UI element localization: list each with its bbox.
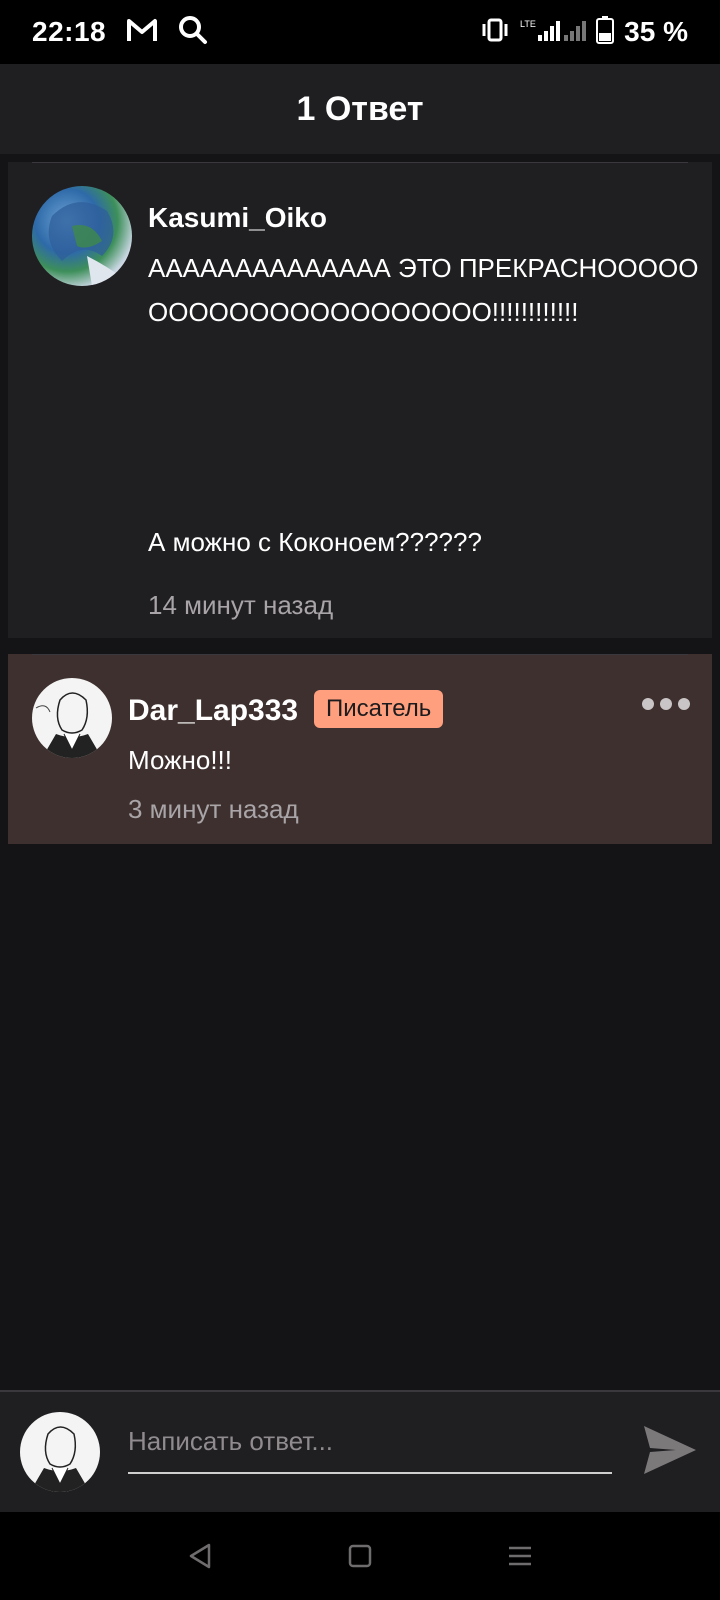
username[interactable]: Kasumi_Oiko	[148, 202, 327, 234]
my-avatar	[20, 1412, 100, 1492]
status-time: 22:18	[32, 16, 107, 47]
avatar[interactable]	[32, 678, 112, 758]
vibrate-icon	[480, 17, 510, 48]
dot-icon	[660, 698, 672, 710]
search-icon	[178, 15, 208, 50]
status-bar: 22:18 LTE 35 %	[0, 0, 720, 64]
battery-percent: 35 %	[624, 16, 688, 47]
replies-header: 1 Ответ	[0, 64, 720, 154]
comment-text-line: А можно с Коконоем??????	[148, 527, 482, 557]
username[interactable]: Dar_Lap333	[128, 694, 298, 728]
recents-button[interactable]	[500, 1536, 540, 1576]
signal-icon: LTE	[520, 17, 587, 48]
reply-text: Можно!!!	[128, 745, 232, 775]
reply-composer	[0, 1390, 720, 1512]
page-title: 1 Ответ	[296, 89, 424, 128]
gmail-icon	[126, 17, 158, 48]
send-icon	[644, 1426, 696, 1474]
send-button[interactable]	[640, 1422, 700, 1478]
reply-timestamp: 3 минут назад	[128, 794, 299, 824]
more-options-button[interactable]	[642, 698, 690, 710]
comment-text-line: ООООООООООООООООО!!!!!!!!!!!!	[148, 297, 579, 327]
reply-card[interactable]: Dar_Lap333 Писатель Можно!!! 3 минут наз…	[8, 654, 712, 844]
home-button[interactable]	[340, 1536, 380, 1576]
screen: 22:18 LTE 35 % 1 Ответ Kasumi_Oiko ААААА…	[0, 0, 720, 1600]
writer-badge: Писатель	[314, 690, 444, 728]
comment-timestamp: 14 минут назад	[148, 590, 334, 620]
system-nav-bar	[0, 1512, 720, 1600]
status-bar-right: LTE 35 %	[480, 15, 688, 49]
reply-input[interactable]	[128, 1410, 612, 1474]
battery-icon	[596, 15, 615, 49]
home-icon	[348, 1544, 372, 1568]
divider	[32, 162, 688, 163]
parent-comment-card[interactable]: Kasumi_Oiko АААААААААААААА ЭТО ПРЕКРАСНО…	[8, 162, 712, 638]
avatar[interactable]	[32, 186, 132, 286]
dot-icon	[642, 698, 654, 710]
back-button[interactable]	[180, 1536, 220, 1576]
dot-icon	[678, 698, 690, 710]
svg-text:LTE: LTE	[520, 19, 536, 29]
menu-icon	[509, 1546, 531, 1566]
divider	[32, 654, 688, 655]
comment-text-line: АААААААААААААА ЭТО ПРЕКРАСНООООО	[148, 253, 699, 283]
back-icon	[189, 1543, 211, 1569]
status-bar-left: 22:18	[32, 15, 208, 50]
